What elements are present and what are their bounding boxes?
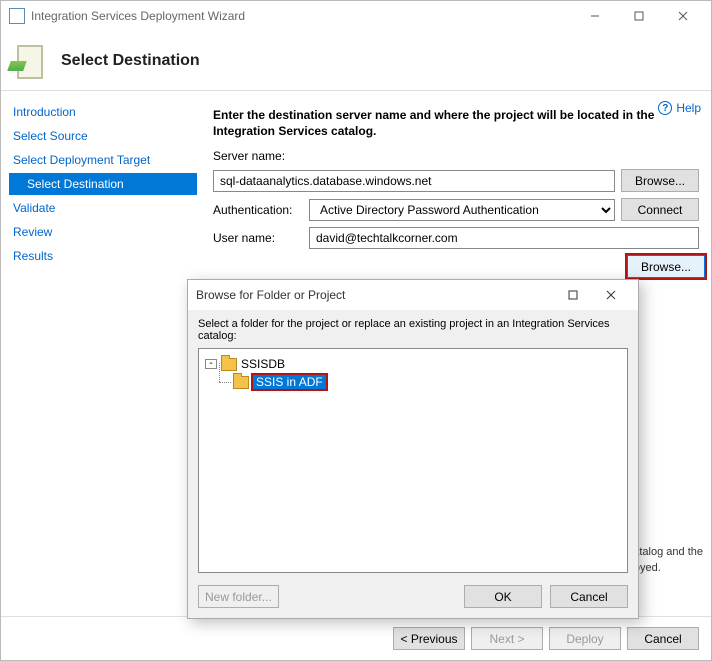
dialog-ok-button[interactable]: OK bbox=[464, 585, 542, 608]
folder-tree[interactable]: - SSISDB SSIS in ADF bbox=[198, 348, 628, 573]
nav-select-deployment-target[interactable]: Select Deployment Target bbox=[9, 149, 197, 171]
browse-dialog: Browse for Folder or Project Select a fo… bbox=[187, 279, 639, 619]
server-name-label: Server name: bbox=[213, 149, 699, 163]
wizard-header: Select Destination bbox=[1, 31, 711, 91]
window-title: Integration Services Deployment Wizard bbox=[31, 9, 245, 23]
wizard-footer: < Previous Next > Deploy Cancel bbox=[1, 616, 711, 660]
dialog-titlebar: Browse for Folder or Project bbox=[188, 280, 638, 310]
authentication-select[interactable]: Active Directory Password Authentication bbox=[309, 199, 615, 221]
close-button[interactable] bbox=[661, 2, 705, 30]
server-browse-button[interactable]: Browse... bbox=[621, 169, 699, 192]
tree-root-row[interactable]: - SSISDB bbox=[205, 355, 621, 373]
tree-child-label: SSIS in ADF bbox=[253, 375, 326, 389]
maximize-button[interactable] bbox=[617, 2, 661, 30]
dialog-title: Browse for Folder or Project bbox=[196, 288, 345, 302]
window-titlebar: Integration Services Deployment Wizard bbox=[1, 1, 711, 31]
dialog-close-button[interactable] bbox=[592, 282, 630, 308]
dialog-message: Select a folder for the project or repla… bbox=[198, 318, 628, 342]
next-button[interactable]: Next > bbox=[471, 627, 543, 650]
cancel-button[interactable]: Cancel bbox=[627, 627, 699, 650]
username-input[interactable] bbox=[309, 227, 699, 249]
connect-button[interactable]: Connect bbox=[621, 198, 699, 221]
dialog-maximize-button[interactable] bbox=[554, 282, 592, 308]
folder-icon bbox=[233, 376, 249, 389]
dialog-cancel-button[interactable]: Cancel bbox=[550, 585, 628, 608]
nav-validate[interactable]: Validate bbox=[9, 197, 197, 219]
deploy-button[interactable]: Deploy bbox=[549, 627, 621, 650]
wizard-logo-icon bbox=[13, 41, 47, 81]
nav-select-destination[interactable]: Select Destination bbox=[9, 173, 197, 195]
authentication-label: Authentication: bbox=[213, 203, 303, 217]
wizard-nav: Introduction Select Source Select Deploy… bbox=[1, 91, 201, 616]
nav-review[interactable]: Review bbox=[9, 221, 197, 243]
nav-introduction[interactable]: Introduction bbox=[9, 101, 197, 123]
path-browse-button[interactable]: Browse... bbox=[627, 255, 705, 278]
nav-results[interactable]: Results bbox=[9, 245, 197, 267]
folder-icon bbox=[221, 358, 237, 371]
instruction-text: Enter the destination server name and wh… bbox=[213, 107, 699, 139]
username-label: User name: bbox=[213, 231, 303, 245]
page-title: Select Destination bbox=[61, 52, 200, 70]
nav-select-source[interactable]: Select Source bbox=[9, 125, 197, 147]
new-folder-button[interactable]: New folder... bbox=[198, 585, 279, 608]
minimize-button[interactable] bbox=[573, 2, 617, 30]
tree-root-label: SSISDB bbox=[241, 357, 285, 371]
tree-child-row[interactable]: SSIS in ADF bbox=[233, 373, 621, 391]
app-icon bbox=[9, 8, 25, 24]
server-name-input[interactable] bbox=[213, 170, 615, 192]
previous-button[interactable]: < Previous bbox=[393, 627, 465, 650]
collapse-icon[interactable]: - bbox=[205, 359, 217, 369]
